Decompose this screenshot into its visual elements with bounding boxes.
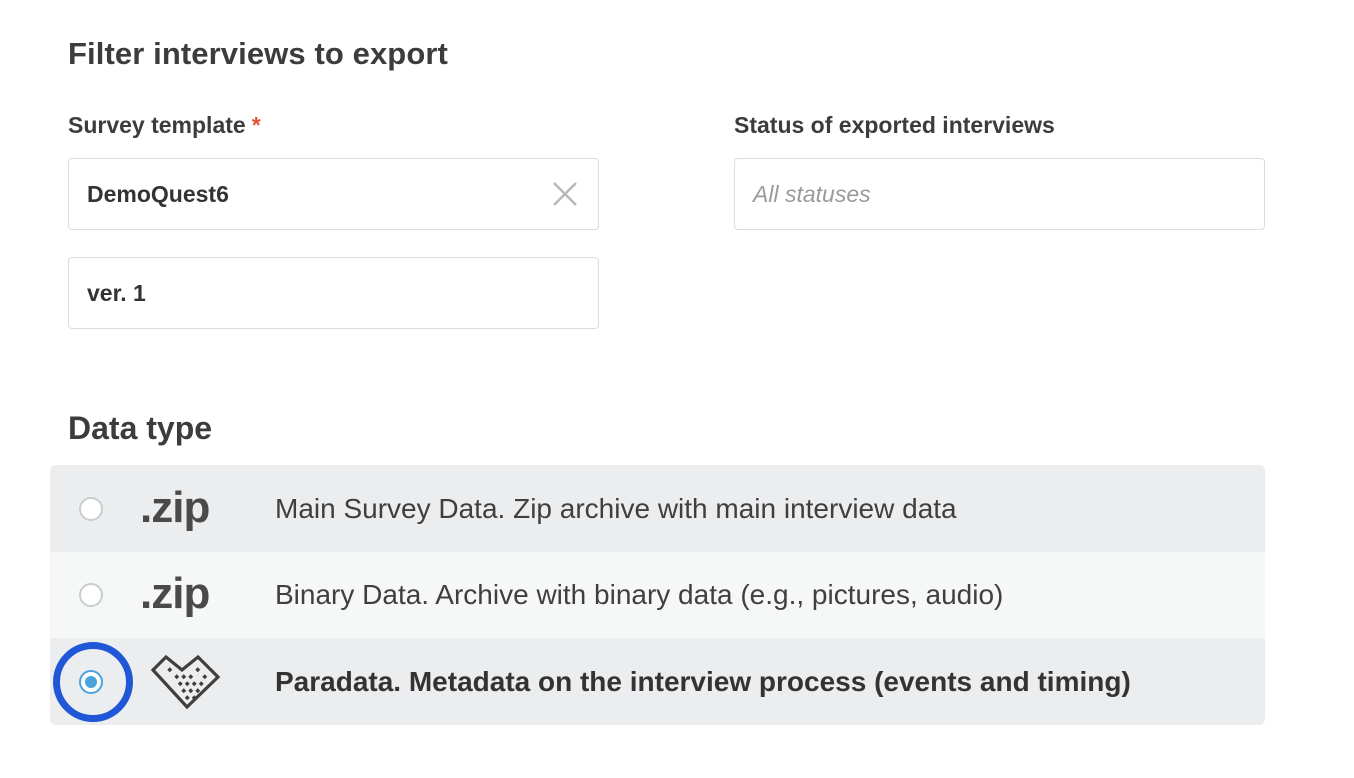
data-type-title: Data type <box>68 410 213 446</box>
zip-icon: .zip <box>140 569 210 618</box>
status-placeholder: All statuses <box>753 180 871 207</box>
required-marker: * <box>251 112 261 138</box>
survey-template-label: Survey template * <box>68 112 261 139</box>
option-label-binary-data: Binary Data. Archive with binary data (e… <box>275 579 1004 610</box>
survey-template-value: DemoQuest6 <box>87 180 229 207</box>
zip-icon: .zip <box>140 482 210 532</box>
option-binary-data[interactable]: .zip Binary Data. Archive with binary da… <box>50 552 1265 638</box>
option-main-survey-data[interactable]: .zip Main Survey Data. Zip archive with … <box>50 465 1265 552</box>
option-paradata[interactable]: Paradata. Metadata on the interview proc… <box>50 638 1265 725</box>
filter-section-title: Filter interviews to export <box>68 36 448 71</box>
status-label: Status of exported interviews <box>734 112 1055 138</box>
survey-template-select[interactable]: DemoQuest6 <box>68 158 599 230</box>
option-label-paradata: Paradata. Metadata on the interview proc… <box>275 665 1131 697</box>
radio-paradata[interactable] <box>79 669 103 694</box>
export-page: Filter interviews to export Survey templ… <box>0 0 1354 778</box>
radio-main-survey-data[interactable] <box>79 496 103 521</box>
clear-icon[interactable] <box>552 181 578 207</box>
data-type-options: .zip Main Survey Data. Zip archive with … <box>50 465 1265 725</box>
survey-template-label-text: Survey template <box>68 112 246 138</box>
radio-binary-data[interactable] <box>79 583 103 607</box>
version-select[interactable]: ver. 1 <box>68 257 599 329</box>
status-select[interactable]: All statuses <box>734 158 1265 230</box>
version-value: ver. 1 <box>87 279 146 306</box>
option-label-main-survey-data: Main Survey Data. Zip archive with main … <box>275 492 957 524</box>
paradata-icon <box>150 650 224 712</box>
